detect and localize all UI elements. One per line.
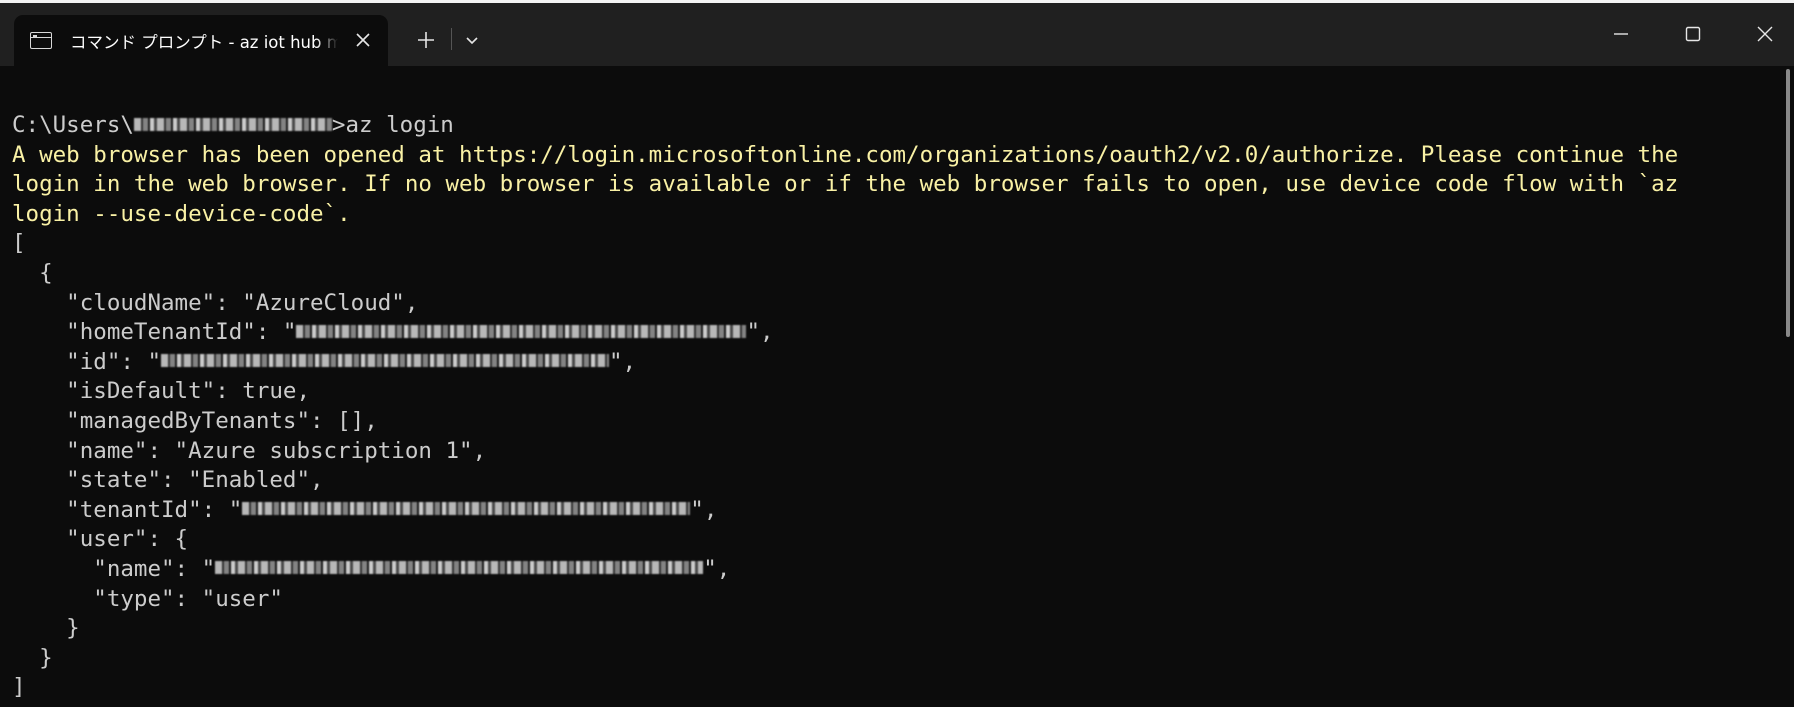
- json-line: "state": "Enabled",: [12, 467, 324, 494]
- close-tab-button[interactable]: [348, 25, 378, 55]
- close-icon: [356, 33, 370, 47]
- terminal-output: C:\Users\ >az login A web browser has been…: [12, 111, 1678, 703]
- json-line: "homeTenantId": " ",: [12, 318, 1678, 348]
- json-line: "tenantId": " ",: [12, 496, 1678, 526]
- home-tenant-key: "homeTenantId": ": [12, 319, 297, 346]
- maximize-button[interactable]: [1670, 14, 1716, 54]
- terminal-pane[interactable]: C:\Users\ >az login A web browser has been…: [0, 66, 1794, 707]
- json-line: }: [12, 644, 53, 671]
- chevron-down-icon: [466, 37, 478, 45]
- redacted-subscription-id: [161, 354, 610, 368]
- id-key: "id": ": [12, 348, 162, 375]
- tab-title: コマンド プロンプト - az iot hub m: [70, 32, 338, 52]
- profile-dropdown-button[interactable]: [456, 24, 488, 56]
- close-window-button[interactable]: [1742, 14, 1788, 54]
- json-line: ]: [12, 674, 26, 701]
- console-icon: [30, 32, 52, 49]
- scrollbar[interactable]: [1786, 69, 1790, 337]
- prompt-line: C:\Users\ >az login: [12, 111, 1678, 141]
- title-bar: コマンド プロンプト - az iot hub m: [0, 0, 1794, 66]
- redacted-username: [133, 117, 332, 131]
- json-line: "name": " ",: [12, 555, 1678, 585]
- json-line: "user": {: [12, 526, 189, 553]
- redacted-user-name: [215, 561, 704, 575]
- json-line: "managedByTenants": [],: [12, 407, 378, 434]
- json-line: "isDefault": true,: [12, 378, 311, 405]
- close-icon: [1757, 26, 1773, 42]
- json-line: }: [12, 615, 80, 642]
- tenant-end: ",: [690, 496, 718, 523]
- json-line: "id": " ",: [12, 348, 1678, 378]
- redacted-tenant-id: [242, 502, 691, 516]
- tab-command-prompt[interactable]: コマンド プロンプト - az iot hub m: [14, 15, 388, 66]
- new-tab-button[interactable]: [408, 22, 444, 58]
- prompt-path: C:\Users\: [12, 112, 134, 138]
- minimize-icon: [1614, 33, 1628, 35]
- json-line: "type": "user": [12, 585, 283, 612]
- prompt-command: >az login: [331, 112, 454, 138]
- warning-line: A web browser has been opened at https:/…: [12, 141, 1679, 168]
- tenant-key: "tenantId": ": [12, 496, 243, 523]
- json-line: "name": "Azure subscription 1",: [12, 437, 487, 464]
- json-line: {: [12, 259, 53, 286]
- id-end: ",: [609, 348, 637, 375]
- warning-line: login --use-device-code`.: [12, 200, 351, 227]
- home-tenant-end: ",: [746, 319, 774, 346]
- redacted-home-tenant-id: [296, 324, 747, 338]
- maximize-icon: [1685, 26, 1701, 42]
- plus-icon: [418, 32, 434, 48]
- warning-line: login in the web browser. If no web brow…: [12, 171, 1679, 198]
- json-line: "cloudName": "AzureCloud",: [12, 289, 419, 316]
- user-name-end: ",: [703, 555, 731, 582]
- window-top-edge: [0, 0, 1794, 3]
- minimize-button[interactable]: [1598, 14, 1644, 54]
- json-line: [: [12, 230, 26, 257]
- user-name-key: "name": ": [12, 555, 216, 582]
- tab-separator: [451, 28, 452, 50]
